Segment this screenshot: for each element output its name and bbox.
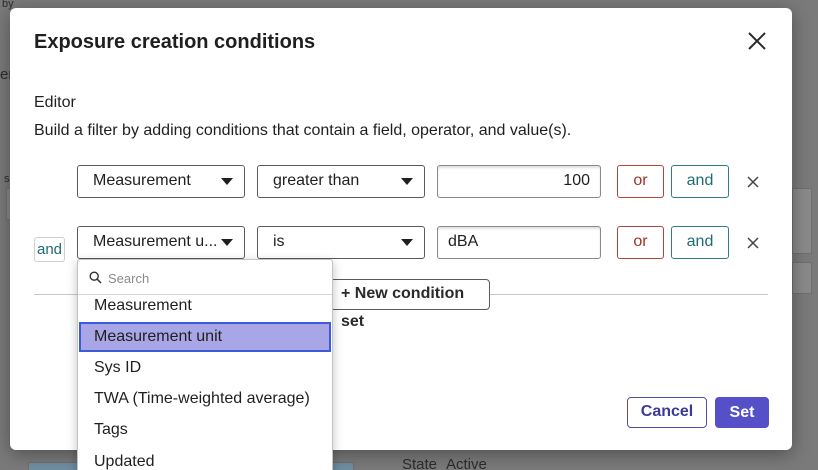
remove-condition-button[interactable] <box>746 236 760 250</box>
dropdown-search-input[interactable] <box>108 268 308 288</box>
or-button[interactable]: or <box>617 165 664 198</box>
bg-field <box>792 262 812 294</box>
close-icon <box>748 32 766 50</box>
cancel-button[interactable]: Cancel <box>627 397 707 428</box>
bg-field <box>792 188 812 254</box>
caret-down-icon <box>221 239 233 246</box>
set-button[interactable]: Set <box>715 397 769 428</box>
field-dropdown-menu: Measurement Measurement unit Sys ID TWA … <box>77 259 333 470</box>
operator-select[interactable]: greater than <box>257 165 425 198</box>
dropdown-option[interactable]: TWA (Time-weighted average) <box>79 384 331 414</box>
value-input[interactable]: 100 <box>437 165 601 198</box>
dropdown-option[interactable]: Measurement <box>79 291 331 321</box>
bg-state-value: Active <box>446 456 487 470</box>
and-button[interactable]: and <box>671 226 729 259</box>
field-select-value: Measurement <box>93 172 191 189</box>
bg-state-label: State <box>402 456 438 470</box>
or-button[interactable]: or <box>617 226 664 259</box>
remove-condition-button[interactable] <box>746 175 760 189</box>
modal-title: Exposure creation conditions <box>34 31 316 53</box>
search-icon <box>89 271 102 284</box>
field-select-value: Measurement u... <box>93 233 218 250</box>
value-input[interactable]: dBA <box>437 226 601 259</box>
editor-description: Build a filter by adding conditions that… <box>34 122 572 139</box>
close-icon <box>747 176 759 188</box>
new-condition-set-button[interactable]: + New condition set <box>330 279 490 330</box>
dropdown-option-selected[interactable]: Measurement unit <box>79 322 331 352</box>
dropdown-option[interactable]: Tags <box>79 415 331 445</box>
caret-down-icon <box>221 178 233 185</box>
dropdown-option[interactable]: Updated <box>79 447 331 470</box>
operator-select-value: is <box>273 233 285 250</box>
operator-select-value: greater than <box>273 172 360 189</box>
caret-down-icon <box>401 239 413 246</box>
dropdown-option[interactable]: Sys ID <box>79 353 331 383</box>
operator-select[interactable]: is <box>257 226 425 259</box>
and-button[interactable]: and <box>671 165 729 198</box>
field-select[interactable]: Measurement <box>77 165 245 198</box>
close-icon <box>747 237 759 249</box>
bg-fragment: s <box>4 173 10 185</box>
caret-down-icon <box>401 178 413 185</box>
editor-label: Editor <box>34 94 76 111</box>
dropdown-search <box>78 260 332 295</box>
row-conjunction-label: and <box>34 237 65 262</box>
close-button[interactable] <box>746 30 768 52</box>
field-select[interactable]: Measurement u... <box>77 226 245 259</box>
